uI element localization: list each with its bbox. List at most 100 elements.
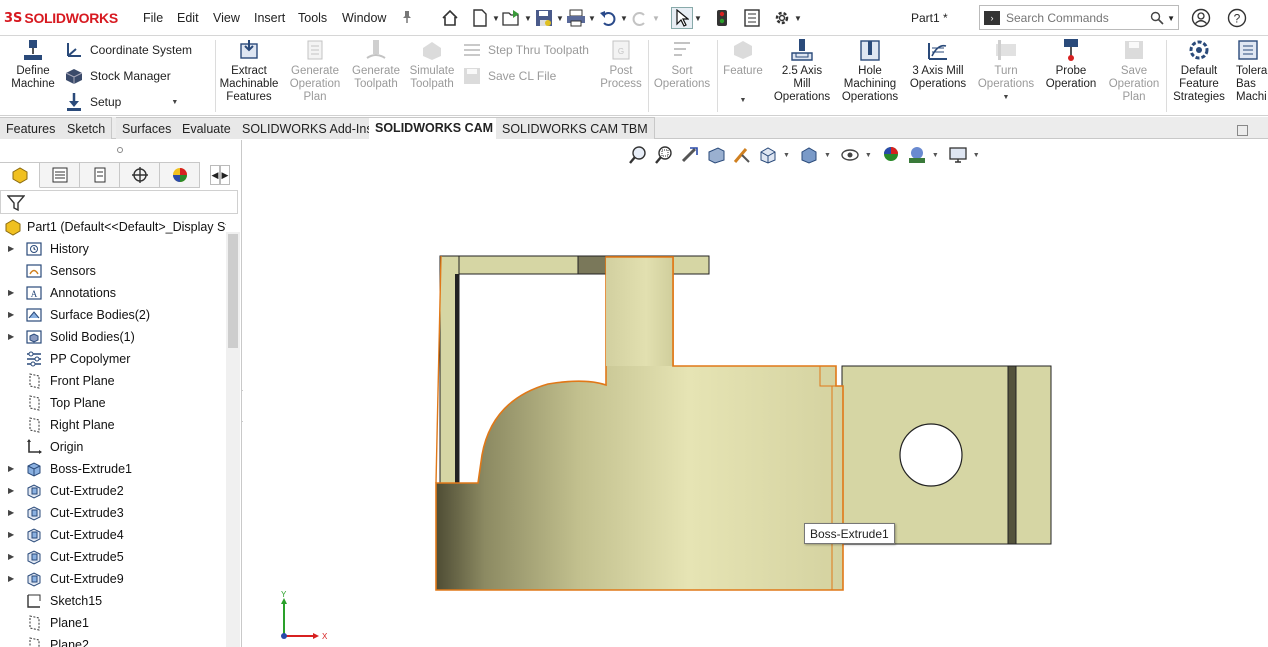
tree-root-part[interactable]: Part1 (Default<<Default>_Display Sta (0, 216, 226, 238)
boss-extrude1-body[interactable] (435, 255, 844, 591)
tabs-scroll-right-icon[interactable]: ▶ (220, 165, 230, 185)
tree-item[interactable]: Plane1 (0, 612, 226, 634)
tree-item[interactable]: ▶ Cut-Extrude2 (0, 480, 226, 502)
extract-machinable-features-button[interactable]: Extract Machinable Features (217, 38, 281, 104)
tab-surfaces[interactable]: Surfaces (116, 117, 179, 139)
hole-machining-operations-button[interactable]: Hole Machining Operations (838, 38, 902, 104)
tree-item[interactable]: ▶ A Annotations (0, 282, 226, 304)
setup-dropdown-icon[interactable]: ▼ (171, 99, 178, 106)
feature-dropdown-icon[interactable]: ▼ (740, 94, 747, 107)
search-commands-input[interactable] (1006, 10, 1146, 25)
right-flange[interactable] (841, 365, 1052, 545)
turn-operations-button[interactable]: Turn Operations ▼ (975, 38, 1037, 104)
file-properties-icon[interactable] (741, 7, 763, 29)
turn-dropdown-icon[interactable]: ▼ (1003, 91, 1010, 104)
tab-evaluate[interactable]: Evaluate (176, 117, 238, 139)
tree-item[interactable]: ▶ Boss-Extrude1 (0, 458, 226, 480)
default-feature-strategies-button[interactable]: Default Feature Strategies (1170, 38, 1228, 104)
save-operation-plan-button[interactable]: Save Operation Plan (1104, 38, 1164, 104)
tree-item[interactable]: ▶ History (0, 238, 226, 260)
edit-appearance-icon[interactable] (880, 144, 902, 166)
menu-file[interactable]: File (143, 11, 163, 25)
tree-item[interactable]: Top Plane (0, 392, 226, 414)
help-icon[interactable]: ? (1227, 8, 1247, 28)
section-view-icon[interactable] (705, 144, 727, 166)
dynamic-annotation-views-icon[interactable] (731, 144, 753, 166)
expand-arrow-icon[interactable]: ▶ (8, 244, 16, 254)
step-thru-toolpath-button[interactable]: Step Thru Toolpath (462, 40, 589, 60)
search-commands-box[interactable]: › ▼ (979, 5, 1179, 30)
tree-item[interactable]: Plane2 (0, 634, 226, 647)
expand-arrow-icon[interactable]: ▶ (8, 508, 16, 518)
tab-features[interactable]: Features (0, 117, 63, 139)
feature-filter-bar[interactable] (0, 190, 238, 214)
menu-view[interactable]: View (213, 11, 240, 25)
undo-dropdown-icon[interactable]: ▼ (619, 7, 629, 29)
setup-button[interactable]: Setup ▼ (64, 92, 178, 112)
apply-scene-icon[interactable] (906, 144, 928, 166)
menu-window[interactable]: Window (342, 11, 386, 25)
tree-item[interactable]: ▶ Cut-Extrude4 (0, 524, 226, 546)
zoom-to-fit-icon[interactable] (627, 144, 649, 166)
previous-view-icon[interactable] (679, 144, 701, 166)
search-dropdown-icon[interactable]: ▼ (1167, 14, 1175, 23)
tree-item[interactable]: Sensors (0, 260, 226, 282)
model-viewport[interactable] (243, 140, 1268, 647)
display-manager-tab[interactable] (160, 162, 200, 188)
tree-scrollbar[interactable] (226, 232, 240, 647)
menu-insert[interactable]: Insert (254, 11, 285, 25)
axis25-mill-operations-button[interactable]: 2.5 Axis Mill Operations (771, 38, 833, 104)
tree-item[interactable]: Sketch15 (0, 590, 226, 612)
save-icon[interactable] (533, 7, 555, 29)
zoom-to-area-icon[interactable] (653, 144, 675, 166)
tree-item[interactable]: ▶ Cut-Extrude3 (0, 502, 226, 524)
home-icon[interactable] (439, 7, 461, 29)
tree-item[interactable]: Right Plane (0, 414, 226, 436)
select-dropdown-icon[interactable]: ▼ (693, 7, 703, 29)
print-icon[interactable] (565, 7, 587, 29)
tab-sketch[interactable]: Sketch (61, 117, 113, 139)
new-document-icon[interactable] (469, 7, 491, 29)
view-settings-dropdown-icon[interactable]: ▼ (973, 152, 980, 159)
open-dropdown-icon[interactable]: ▼ (523, 7, 533, 29)
simulate-toolpath-button[interactable]: Simulate Toolpath (404, 38, 460, 91)
options-dropdown-icon[interactable]: ▼ (793, 7, 803, 29)
panel-splitter-icon[interactable] (117, 147, 123, 153)
pin-menu-icon[interactable] (400, 10, 414, 24)
apply-scene-dropdown-icon[interactable]: ▼ (932, 152, 939, 159)
display-style-icon[interactable] (798, 144, 820, 166)
redo-icon[interactable] (629, 7, 651, 29)
tolerance-based-machining-button[interactable]: Tolera Bas Machi (1236, 38, 1268, 104)
undo-icon[interactable] (597, 7, 619, 29)
generate-operation-plan-button[interactable]: Generate Operation Plan (284, 38, 346, 104)
graphics-area[interactable]: ▼ ▼ ▼ ▼ ▼ Boss-Extrude1 Y X (243, 140, 1268, 647)
new-dropdown-icon[interactable]: ▼ (491, 7, 501, 29)
generate-toolpath-button[interactable]: Generate Toolpath (347, 38, 405, 91)
feature-button[interactable]: Feature ▼ (718, 38, 768, 107)
tabs-scroll-left-icon[interactable]: ◀ (210, 165, 220, 185)
menu-tools[interactable]: Tools (298, 11, 327, 25)
save-cl-file-button[interactable]: Save CL File (462, 66, 556, 86)
tree-item[interactable]: Origin (0, 436, 226, 458)
open-document-icon[interactable] (501, 7, 523, 29)
save-dropdown-icon[interactable]: ▼ (555, 7, 565, 29)
expand-arrow-icon[interactable]: ▶ (8, 464, 16, 474)
solidworks-logo[interactable]: 3S SOLIDWORKS (4, 9, 118, 27)
dimxpert-tab[interactable] (120, 162, 160, 188)
user-account-icon[interactable] (1191, 8, 1211, 28)
define-machine-button[interactable]: Define Machine (6, 38, 60, 91)
tree-item[interactable]: ▶ Solid Bodies(1) (0, 326, 226, 348)
propertymanager-tab[interactable] (40, 162, 80, 188)
stock-manager-button[interactable]: Stock Manager (64, 66, 171, 86)
view-orientation-dropdown-icon[interactable]: ▼ (783, 152, 790, 159)
tab-solidworks-cam[interactable]: SOLIDWORKS CAM (369, 117, 501, 139)
task-pane-toggle-icon[interactable] (1237, 125, 1248, 136)
tab-solidworks-add-ins[interactable]: SOLIDWORKS Add-Ins (236, 117, 380, 139)
probe-operation-button[interactable]: Probe Operation (1043, 38, 1099, 91)
expand-arrow-icon[interactable]: ▶ (8, 288, 16, 298)
hide-show-items-icon[interactable] (839, 144, 861, 166)
sort-operations-button[interactable]: Sort Operations (650, 38, 714, 91)
view-orientation-icon[interactable] (757, 144, 779, 166)
view-settings-icon[interactable] (947, 144, 969, 166)
tree-item[interactable]: Front Plane (0, 370, 226, 392)
